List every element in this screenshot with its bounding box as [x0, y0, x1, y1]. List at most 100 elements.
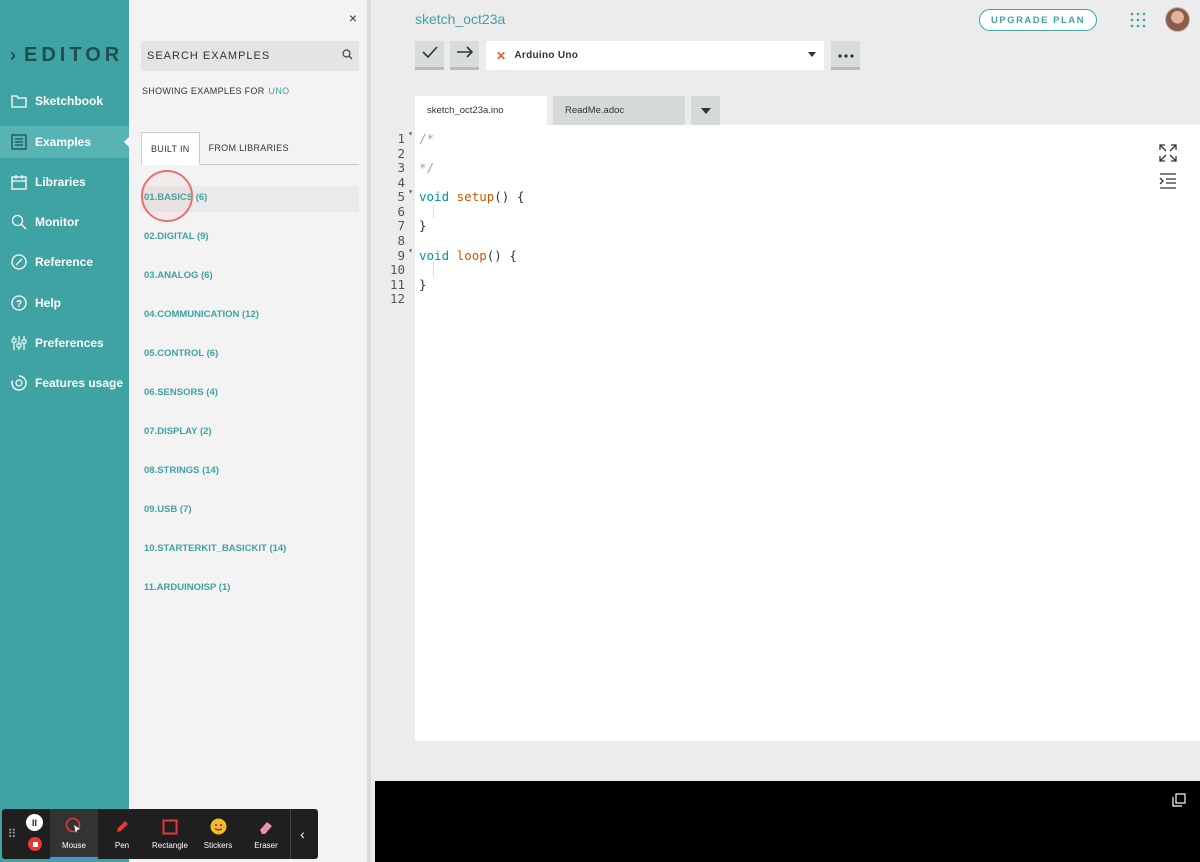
preferences-icon — [10, 334, 28, 352]
line-number: 9 — [397, 246, 412, 263]
rectangle-tool[interactable]: Rectangle — [146, 809, 194, 859]
line-number: 11 — [389, 277, 405, 292]
line-number: 4 — [397, 175, 405, 190]
list-item[interactable]: 01.BASICS (6) — [141, 186, 359, 212]
sidebar-item-help[interactable]: ? Help — [0, 287, 129, 319]
verify-button[interactable] — [415, 41, 444, 70]
search-box — [141, 41, 359, 71]
upload-button[interactable] — [450, 41, 479, 70]
sidebar-item-sketchbook[interactable]: Sketchbook — [0, 85, 129, 117]
code-line: void loop() { — [419, 248, 517, 263]
function-name-setup: setup — [456, 189, 495, 204]
checkmark-icon — [421, 45, 438, 63]
more-options-button[interactable] — [831, 41, 860, 70]
code-editor[interactable]: 1 2 3 4 5 6 7 8 9 10 11 12 /* */ void se… — [375, 125, 1200, 741]
list-item[interactable]: 07.DISPLAY (2) — [141, 420, 359, 459]
fullscreen-icon[interactable] — [1159, 144, 1179, 164]
tool-label: Pen — [114, 840, 130, 850]
board-filter-link[interactable]: UNO — [269, 86, 290, 96]
examples-list: 01.BASICS (6) 02.DIGITAL (9) 03.ANALOG (… — [141, 186, 359, 615]
avatar[interactable] — [1165, 7, 1190, 32]
board-selector[interactable]: ✕ Arduino Uno — [486, 41, 824, 70]
line-number: 1 — [397, 129, 412, 146]
mouse-tool[interactable]: Mouse — [50, 809, 98, 859]
sidebar-item-label: Sketchbook — [35, 94, 104, 108]
list-item[interactable]: 06.SENSORS (4) — [141, 381, 359, 420]
indent-icon[interactable] — [1159, 172, 1179, 192]
list-item[interactable]: 08.STRINGS (14) — [141, 459, 359, 498]
function-name-loop: loop — [456, 248, 487, 263]
smiley-icon — [210, 818, 227, 837]
sidebar-item-label: Preferences — [35, 336, 104, 350]
main-area: sketch_oct23a UPGRADE PLAN ✕ Arduino Uno… — [375, 0, 1200, 862]
tab-readme-file[interactable]: ReadMe.adoc — [553, 96, 685, 125]
showing-prefix: SHOWING EXAMPLES FOR — [142, 86, 265, 96]
features-usage-icon — [10, 374, 28, 392]
line-number: 10 — [389, 262, 405, 277]
stickers-tool[interactable]: Stickers — [194, 809, 242, 859]
line-number: 5 — [397, 187, 412, 204]
code-line: } — [419, 277, 427, 292]
line-number: 7 — [397, 218, 405, 233]
eraser-tool[interactable]: Eraser — [242, 809, 290, 859]
list-item[interactable]: 03.ANALOG (6) — [141, 264, 359, 303]
tool-label: Eraser — [254, 840, 278, 850]
sidebar-item-reference[interactable]: Reference — [0, 246, 129, 278]
close-icon[interactable]: × — [349, 10, 357, 26]
arrow-right-icon — [456, 45, 474, 63]
monitor-icon — [10, 213, 28, 231]
line-number: 6 — [397, 204, 405, 219]
list-item[interactable]: 05.CONTROL (6) — [141, 342, 359, 381]
logo-text: EDITOR — [24, 44, 124, 66]
list-item[interactable]: 10.STARTERKIT_BASICKIT (14) — [141, 537, 359, 576]
tab-from-libraries[interactable]: FROM LIBRARIES — [200, 132, 298, 164]
line-number: 3 — [397, 160, 405, 175]
list-item[interactable]: 09.USB (7) — [141, 498, 359, 537]
sidebar-item-examples[interactable]: Examples — [0, 126, 130, 158]
editor-logo[interactable]: › EDITOR — [10, 44, 123, 67]
list-item[interactable]: 04.COMMUNICATION (12) — [141, 303, 359, 342]
recording-controls: II — [22, 809, 50, 859]
console-output[interactable] — [375, 781, 1200, 862]
rectangle-icon — [162, 819, 178, 837]
indent-guide — [433, 262, 434, 276]
sidebar-item-features-usage[interactable]: Features usage — [0, 367, 129, 399]
tabs-menu-button[interactable] — [691, 96, 720, 125]
keyword-void: void — [419, 189, 450, 204]
mouse-pointer-icon — [65, 817, 83, 837]
chevron-down-icon — [808, 52, 816, 57]
sketch-title[interactable]: sketch_oct23a — [415, 11, 505, 27]
help-icon: ? — [10, 294, 28, 312]
sidebar-item-preferences[interactable]: Preferences — [0, 327, 129, 359]
line-number: 2 — [397, 146, 405, 161]
stop-recording-icon[interactable] — [28, 837, 42, 851]
keyword-void: void — [419, 248, 450, 263]
tool-label: Rectangle — [151, 840, 189, 850]
search-examples-input[interactable] — [147, 50, 342, 62]
search-icon[interactable] — [342, 47, 353, 65]
drag-handle-icon[interactable]: ⠿ — [2, 809, 22, 859]
tab-sketch-file[interactable]: sketch_oct23a.ino — [415, 96, 547, 125]
sidebar-item-libraries[interactable]: Libraries — [0, 166, 129, 198]
examples-tabs: BUILT IN FROM LIBRARIES — [141, 132, 359, 165]
eraser-icon — [258, 819, 274, 837]
folder-icon — [10, 92, 28, 110]
list-item[interactable]: 02.DIGITAL (9) — [141, 225, 359, 264]
collapse-toolbar-icon[interactable]: ‹ — [290, 809, 314, 859]
tab-built-in[interactable]: BUILT IN — [141, 132, 200, 165]
copy-icon[interactable] — [1172, 793, 1186, 807]
tool-label: Mouse — [61, 840, 86, 850]
pause-icon[interactable]: II — [26, 814, 43, 831]
pen-tool[interactable]: Pen — [98, 809, 146, 859]
list-item[interactable]: 11.ARDUINOISP (1) — [141, 576, 359, 615]
line-number: 8 — [397, 233, 405, 248]
sidebar-item-label: Features usage — [35, 376, 124, 390]
code-line: */ — [419, 160, 435, 175]
upgrade-plan-button[interactable]: UPGRADE PLAN — [979, 9, 1097, 31]
sidebar-item-monitor[interactable]: Monitor — [0, 206, 129, 238]
sidebar-item-label: Libraries — [35, 175, 86, 189]
board-name: Arduino Uno — [514, 50, 579, 61]
tool-label: Stickers — [203, 841, 233, 850]
apps-grid-icon[interactable] — [1130, 12, 1146, 28]
reference-icon — [10, 253, 28, 271]
